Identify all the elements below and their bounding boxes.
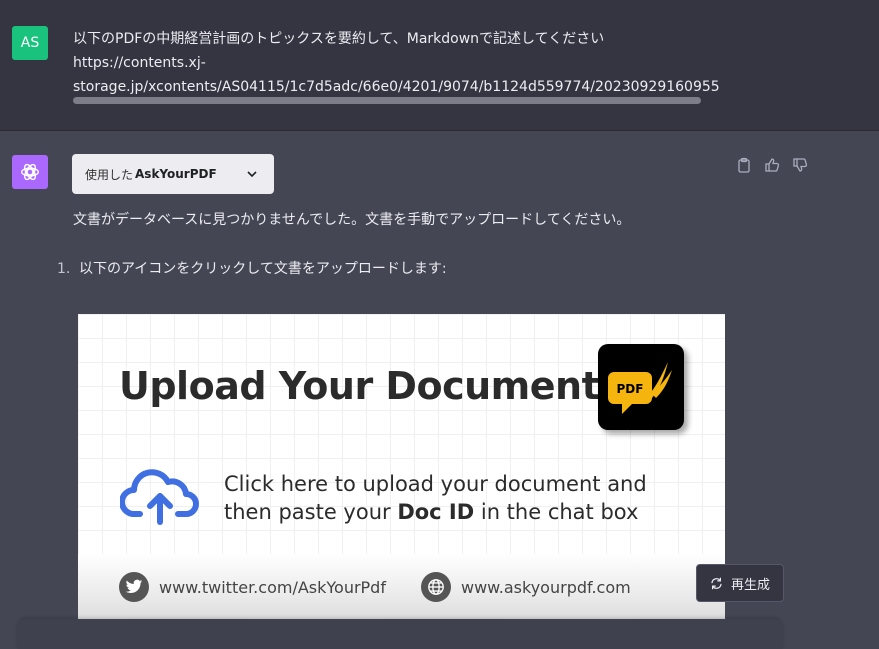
openai-logo-icon <box>21 163 39 181</box>
globe-icon <box>421 572 451 602</box>
website-url: www.askyourpdf.com <box>461 577 631 597</box>
thumbs-up-icon[interactable] <box>764 157 780 173</box>
cloud-upload-icon <box>120 469 199 525</box>
user-prompt: 以下のPDFの中期経営計画のトピックスを要約して、Markdownで記述してくだ… <box>73 31 605 47</box>
upload-document-banner[interactable]: Upload Your Document PDF Click here to u… <box>78 314 725 635</box>
user-url-line2: storage.jp/xcontents/AS04115/1c7d5adc/66… <box>73 79 720 95</box>
twitter-link[interactable]: www.twitter.com/AskYourPdf <box>119 572 386 602</box>
plugin-prefix: 使用した <box>85 167 134 182</box>
cta-line2: then paste your Doc ID in the chat box <box>224 500 639 524</box>
clipboard-icon[interactable] <box>736 157 752 173</box>
horizontal-scrollbar[interactable] <box>73 97 701 104</box>
list-text: 以下のアイコンをクリックして文書をアップロードします: <box>79 261 447 277</box>
twitter-icon <box>119 572 149 602</box>
chat-input-area[interactable] <box>18 619 782 649</box>
assistant-message-text: 文書がデータベースに見つかりませんでした。文書を手動でアップロードしてください。 <box>73 212 631 228</box>
banner-title: Upload Your Document <box>119 364 600 408</box>
askyourpdf-logo: PDF <box>598 344 684 430</box>
regenerate-label: 再生成 <box>730 577 770 593</box>
message-actions <box>736 157 808 173</box>
user-message-row: AS 以下のPDFの中期経営計画のトピックスを要約して、Markdownで記述し… <box>0 0 879 131</box>
list-item: 1. 以下のアイコンをクリックして文書をアップロードします: <box>57 257 447 281</box>
logo-text: PDF <box>617 382 644 396</box>
plugin-name: AskYourPDF <box>135 167 217 181</box>
user-url-line1: https://contents.xj- <box>73 55 206 71</box>
list-number: 1. <box>57 261 71 277</box>
thumbs-down-icon[interactable] <box>792 157 808 173</box>
doc-id-text: Doc ID <box>397 500 475 524</box>
cta-line1: Click here to upload your document and <box>224 472 647 496</box>
plugin-used-dropdown[interactable]: 使用した AskYourPDF <box>72 154 274 194</box>
user-avatar: AS <box>12 26 48 60</box>
user-message-text: 以下のPDFの中期経営計画のトピックスを要約して、Markdownで記述してくだ… <box>73 27 728 99</box>
refresh-icon <box>711 577 722 589</box>
chatgpt-avatar <box>12 155 48 189</box>
website-link[interactable]: www.askyourpdf.com <box>421 572 631 602</box>
upload-instructions: Click here to upload your document and t… <box>224 470 647 526</box>
chevron-down-icon <box>247 171 257 178</box>
regenerate-button[interactable]: 再生成 <box>696 564 784 602</box>
twitter-url: www.twitter.com/AskYourPdf <box>159 577 386 597</box>
